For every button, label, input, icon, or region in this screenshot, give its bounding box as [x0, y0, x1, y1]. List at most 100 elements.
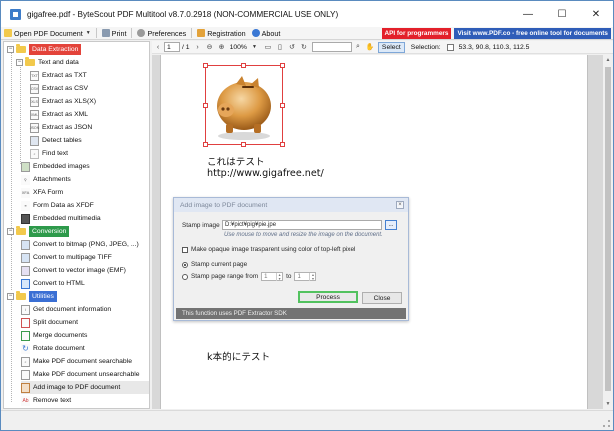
resize-handle[interactable]	[241, 142, 246, 147]
find-text-item[interactable]: ⌕ Find text	[30, 147, 68, 160]
node-text-and-data[interactable]: − Text and data	[16, 56, 79, 69]
print-menu[interactable]: Print	[99, 27, 130, 40]
visit-website-button[interactable]: Visit www.PDF.co - free online tool for …	[454, 28, 611, 39]
search-input[interactable]	[311, 42, 352, 52]
stamp-image-label: Stamp image	[182, 221, 220, 229]
add-image-item[interactable]: Add image to PDF document	[21, 381, 149, 394]
extract-xml-item[interactable]: XML Extract as XML	[30, 108, 88, 121]
current-page-radio[interactable]	[182, 261, 188, 268]
searchable-icon: ⌕	[21, 356, 30, 367]
close-button[interactable]: ✕	[579, 1, 613, 27]
select-tool-button[interactable]: Select	[377, 41, 405, 53]
rotate-left-icon[interactable]: ↺	[287, 42, 297, 52]
convert-tiff-item[interactable]: Convert to multipage TIFF	[21, 251, 112, 264]
transparent-option[interactable]: Make opaque image trasparent using color…	[182, 246, 355, 253]
tiff-icon	[21, 252, 30, 263]
category-utilities[interactable]: − Utilities	[7, 290, 57, 303]
remove-text-item[interactable]: Ab Remove text	[21, 394, 71, 407]
xfa-form-item[interactable]: XFA XFA Form	[21, 186, 63, 199]
fit-width-icon[interactable]: ▯	[275, 42, 285, 52]
embedded-images-item[interactable]: Embedded images	[21, 160, 90, 173]
collapse-toggle[interactable]: −	[7, 293, 14, 300]
stepper-arrows-icon[interactable]: ▲ ▼	[309, 272, 315, 281]
convert-bitmap-item[interactable]: Convert to bitmap (PNG, JPEG, ...)	[21, 238, 139, 251]
collapse-toggle[interactable]: −	[16, 59, 23, 66]
resize-grip-icon[interactable]	[603, 420, 610, 427]
about-label: About	[261, 28, 281, 38]
dialog-close-icon[interactable]: ×	[396, 201, 404, 209]
form-data-xfdf-item[interactable]: ≡ Form Data as XFDF	[21, 199, 94, 212]
resize-handle[interactable]	[203, 63, 208, 68]
minimize-button[interactable]: —	[511, 1, 545, 27]
collapse-toggle[interactable]: −	[7, 228, 14, 235]
document-toolbar: ‹ 1 / 1 › ⊖ ⊕ 100% ▼ ▭ ▯ ↺ ↻ ⌕ ✋ Select …	[152, 41, 613, 54]
stamp-image-path-input[interactable]: D:¥pict¥pig¥pie.jpe	[222, 220, 382, 230]
scroll-down-icon[interactable]: ▼	[603, 399, 613, 409]
about-menu[interactable]: About	[249, 27, 284, 40]
tree-guide	[20, 64, 21, 164]
next-page-icon[interactable]: ›	[193, 42, 203, 52]
previous-page-icon[interactable]: ‹	[153, 42, 163, 52]
dialog-close-button[interactable]: Close	[362, 292, 402, 304]
item-label: Add image to PDF document	[33, 384, 121, 391]
stamp-current-page-option[interactable]: Stamp current page	[182, 261, 247, 268]
rotate-document-item[interactable]: ↻ Rotate document	[21, 342, 85, 355]
extract-txt-item[interactable]: TXT Extract as TXT	[30, 69, 87, 82]
transparent-checkbox[interactable]	[182, 246, 188, 253]
film-icon	[21, 213, 30, 224]
zoom-level[interactable]: 100%	[230, 44, 247, 51]
extract-xls-item[interactable]: XLS Extract as XLS(X)	[30, 95, 96, 108]
rotate-right-icon[interactable]: ↻	[299, 42, 309, 52]
resize-handle[interactable]	[280, 63, 285, 68]
image-icon	[21, 161, 30, 172]
category-conversion[interactable]: − Conversion	[7, 225, 70, 238]
get-document-info-item[interactable]: i Get document information	[21, 303, 111, 316]
chevron-down-icon[interactable]: ▼	[252, 44, 257, 50]
stepper-arrows-icon[interactable]: ▲ ▼	[276, 272, 282, 281]
zoom-out-icon[interactable]: ⊖	[205, 42, 215, 52]
print-label: Print	[111, 28, 127, 38]
extract-csv-item[interactable]: CSV Extract as CSV	[30, 82, 88, 95]
embedded-multimedia-item[interactable]: Embedded multimedia	[21, 212, 101, 225]
zoom-in-icon[interactable]: ⊕	[217, 42, 227, 52]
extract-json-item[interactable]: JSON Extract as JSON	[30, 121, 92, 134]
resize-handle[interactable]	[280, 103, 285, 108]
range-to-stepper[interactable]: 1 ▲ ▼	[294, 272, 317, 281]
category-data-extraction[interactable]: − Data Extraction	[7, 43, 82, 56]
item-label: Convert to HTML	[33, 280, 85, 287]
vertical-scrollbar[interactable]: ▲ ▼	[603, 55, 613, 409]
page-number-input[interactable]: 1	[164, 42, 180, 52]
page-range-radio[interactable]	[182, 273, 188, 280]
resize-handle[interactable]	[241, 63, 246, 68]
hand-tool-icon[interactable]: ✋	[365, 42, 375, 52]
merge-documents-item[interactable]: Merge documents	[21, 329, 87, 342]
attachments-item[interactable]: ⚲ Attachments	[21, 173, 71, 186]
preferences-menu[interactable]: Preferences	[134, 27, 189, 40]
binoculars-icon[interactable]: ⌕	[353, 42, 363, 52]
current-page-label: Stamp current page	[191, 261, 248, 268]
fit-page-icon[interactable]: ▭	[263, 42, 273, 52]
make-searchable-item[interactable]: ⌕ Make PDF document searchable	[21, 355, 132, 368]
convert-html-item[interactable]: Convert to HTML	[21, 277, 85, 290]
browse-button[interactable]: ...	[385, 220, 397, 230]
stamp-page-range-option[interactable]: Stamp page range from 1 ▲ ▼ to 1 ▲ ▼	[182, 272, 319, 281]
menu-separator	[191, 28, 193, 38]
resize-handle[interactable]	[280, 142, 285, 147]
scroll-up-icon[interactable]: ▲	[603, 55, 613, 65]
detect-tables-item[interactable]: Detect tables	[30, 134, 82, 147]
make-unsearchable-item[interactable]: Make PDF document unsearchable	[21, 368, 140, 381]
registration-menu[interactable]: Registration	[194, 27, 248, 40]
process-button[interactable]: Process	[298, 291, 358, 303]
maximize-button[interactable]: ☐	[545, 1, 579, 27]
convert-emf-item[interactable]: Convert to vector image (EMF)	[21, 264, 126, 277]
split-document-item[interactable]: Split document	[21, 316, 78, 329]
resize-handle[interactable]	[203, 142, 208, 147]
selection-checkbox[interactable]	[446, 43, 454, 51]
collapse-toggle[interactable]: −	[7, 46, 14, 53]
range-from-stepper[interactable]: 1 ▲ ▼	[261, 272, 284, 281]
open-pdf-menu[interactable]: Open PDF Document ▼	[1, 27, 94, 40]
scrollbar-thumb[interactable]	[605, 67, 611, 391]
stamp-image-selection[interactable]	[203, 63, 285, 147]
api-button[interactable]: API for programmers	[381, 28, 452, 39]
resize-handle[interactable]	[203, 103, 208, 108]
